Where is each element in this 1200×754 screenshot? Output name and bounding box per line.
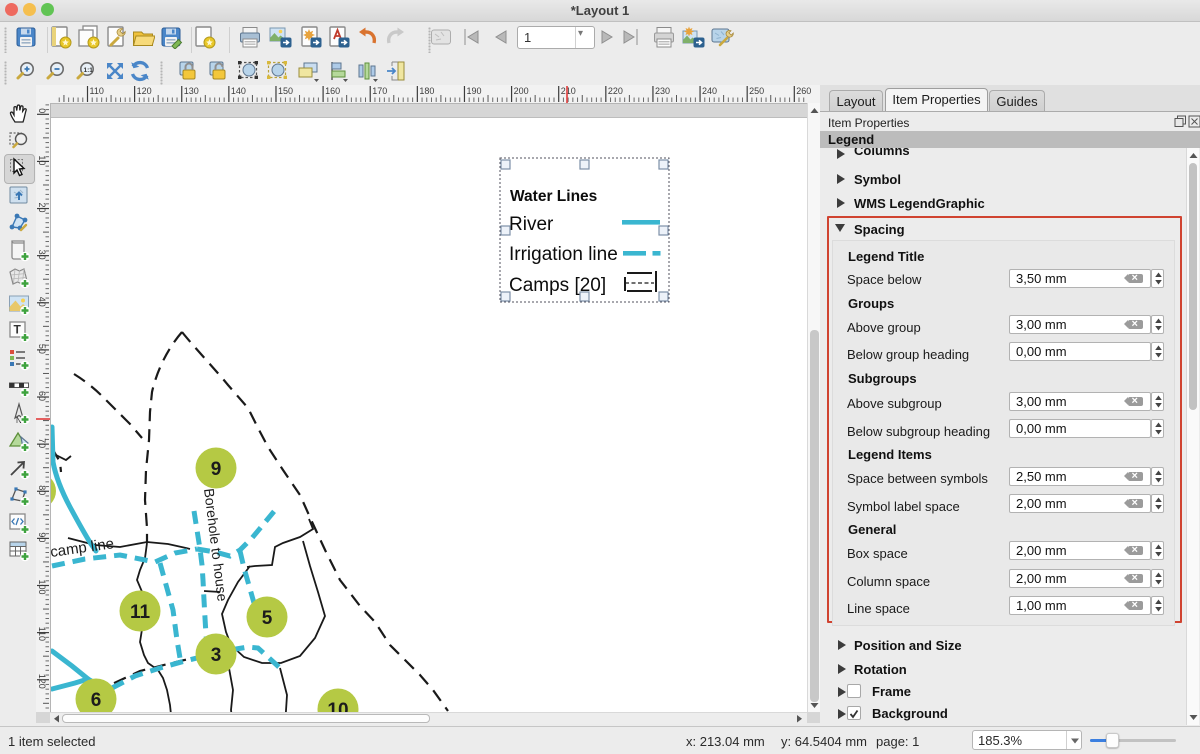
svg-text:5: 5 [262, 608, 273, 629]
svg-text:110: 110 [90, 86, 104, 96]
svg-text:11: 11 [130, 602, 151, 623]
svg-text:Camps [20]: Camps [20] [509, 275, 606, 296]
svg-text:Water Lines: Water Lines [510, 188, 597, 205]
svg-text:70: 70 [37, 438, 47, 448]
svg-text:30: 30 [37, 250, 47, 260]
svg-text:1:1: 1:1 [84, 67, 94, 74]
svg-text:260: 260 [796, 86, 811, 96]
svg-text:Irrigation line: Irrigation line [509, 244, 618, 265]
svg-text:6: 6 [91, 690, 102, 711]
svg-text:100: 100 [37, 580, 47, 595]
svg-text:120: 120 [37, 674, 47, 689]
svg-text:190: 190 [466, 86, 481, 96]
svg-text:230: 230 [655, 86, 670, 96]
svg-text:10: 10 [37, 155, 47, 165]
svg-text:130: 130 [184, 86, 199, 96]
svg-text:120: 120 [137, 86, 152, 96]
svg-text:90: 90 [37, 532, 47, 542]
svg-text:240: 240 [702, 86, 717, 96]
svg-text:50: 50 [37, 344, 47, 354]
svg-text:River: River [509, 214, 554, 235]
svg-text:150: 150 [278, 86, 293, 96]
svg-text:250: 250 [749, 86, 764, 96]
svg-text:80: 80 [37, 485, 47, 495]
svg-text:20: 20 [37, 203, 47, 213]
svg-text:160: 160 [325, 86, 340, 96]
svg-text:10: 10 [327, 700, 348, 712]
svg-text:220: 220 [608, 86, 623, 96]
svg-text:9: 9 [211, 459, 222, 480]
svg-text:180: 180 [419, 86, 434, 96]
svg-text:110: 110 [37, 627, 47, 641]
svg-text:40: 40 [37, 297, 47, 307]
svg-text:200: 200 [514, 86, 529, 96]
svg-text:140: 140 [231, 86, 246, 96]
svg-text:60: 60 [37, 391, 47, 401]
svg-text:0: 0 [37, 108, 47, 113]
svg-text:210: 210 [561, 86, 576, 96]
svg-text:170: 170 [372, 86, 387, 96]
svg-text:3: 3 [211, 645, 222, 666]
svg-text:T: T [14, 323, 22, 337]
